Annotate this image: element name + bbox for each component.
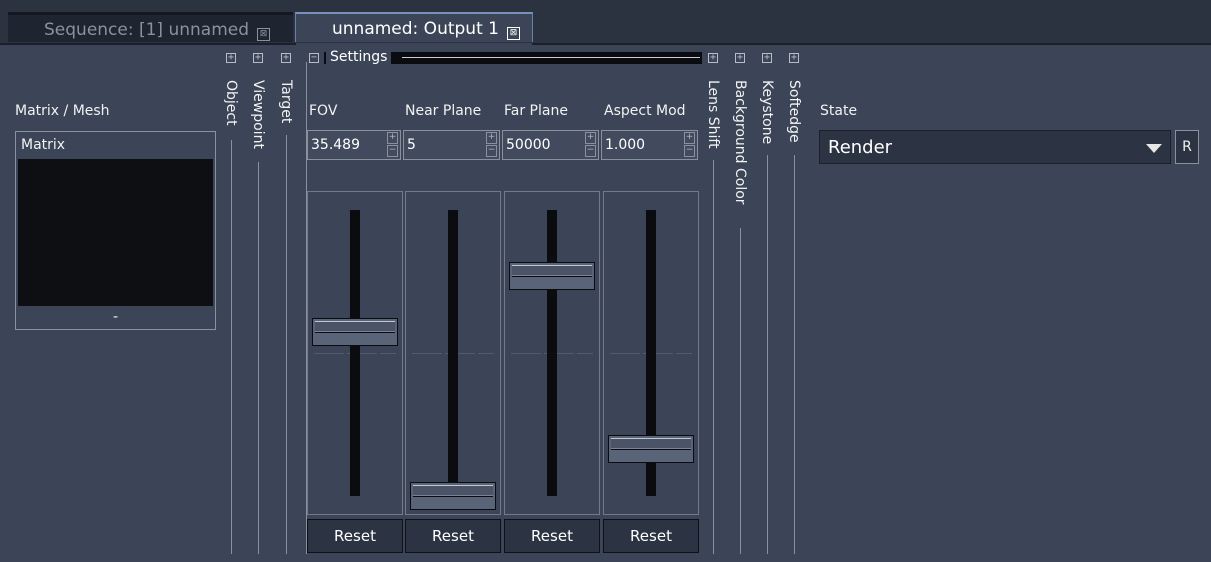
collapse-settings-icon[interactable]: −: [309, 53, 319, 63]
state-value: Render: [828, 137, 893, 158]
section-lens-shift-line: [713, 160, 714, 554]
expand-softedge-icon[interactable]: +: [789, 53, 799, 63]
section-target-line: [286, 135, 287, 554]
state-dropdown[interactable]: Render: [819, 130, 1171, 164]
section-softedge-line: [794, 155, 795, 554]
slider-track[interactable]: [448, 210, 458, 496]
decrement-icon[interactable]: −: [585, 145, 596, 157]
slider-handle[interactable]: [608, 434, 694, 463]
far-plane-field[interactable]: 50000 + −: [502, 130, 599, 160]
expand-viewpoint-icon[interactable]: +: [253, 53, 263, 63]
aspect-mod-label: Aspect Mod: [604, 103, 686, 119]
close-icon[interactable]: ⊠: [257, 28, 271, 41]
section-keystone-label[interactable]: Keystone: [759, 80, 775, 144]
matrix-mesh-label: Matrix / Mesh: [15, 103, 110, 119]
slider-handle[interactable]: [509, 262, 595, 291]
tab-output[interactable]: unnamed: Output 1 ⊠: [295, 12, 533, 42]
expand-lens-shift-icon[interactable]: +: [708, 53, 718, 63]
near-plane-reset-button[interactable]: Reset: [405, 519, 501, 553]
fov-field[interactable]: 35.489 + −: [307, 130, 401, 160]
state-label: State: [820, 103, 858, 119]
section-keystone-line: [767, 155, 768, 554]
fov-slider[interactable]: [307, 191, 403, 515]
tab-sequence[interactable]: Sequence: [1] unnamed ⊠: [8, 12, 293, 42]
far-plane-reset-button[interactable]: Reset: [504, 519, 600, 553]
near-plane-slider[interactable]: [405, 191, 501, 515]
slider-track[interactable]: [547, 210, 557, 496]
expand-background-color-icon[interactable]: +: [735, 53, 745, 63]
section-target-label[interactable]: Target: [278, 80, 294, 123]
near-plane-field[interactable]: 5 + −: [403, 130, 500, 160]
aspect-mod-reset-button[interactable]: Reset: [603, 519, 699, 553]
close-icon[interactable]: ⊠: [506, 27, 520, 40]
section-viewpoint-line: [258, 162, 259, 554]
aspect-mod-slider[interactable]: [603, 191, 699, 515]
section-softedge-label[interactable]: Softedge: [786, 80, 802, 143]
decrement-icon[interactable]: −: [387, 145, 398, 157]
slider-handle[interactable]: [410, 482, 496, 510]
decrement-icon[interactable]: −: [486, 145, 497, 157]
section-lens-shift-label[interactable]: Lens Shift: [705, 80, 721, 149]
section-background-color-line: [740, 228, 741, 554]
far-plane-stepper[interactable]: + −: [585, 132, 597, 158]
increment-icon[interactable]: +: [486, 132, 497, 144]
fov-value[interactable]: 35.489: [311, 131, 360, 159]
increment-icon[interactable]: +: [684, 132, 695, 144]
section-background-color-label[interactable]: Background Color: [732, 80, 748, 205]
near-plane-label: Near Plane: [405, 103, 482, 119]
aspect-mod-stepper[interactable]: + −: [684, 132, 696, 158]
state-r-button[interactable]: R: [1175, 130, 1199, 164]
tab-output-label: unnamed: Output 1: [332, 19, 499, 39]
aspect-mod-value[interactable]: 1.000: [605, 131, 645, 159]
active-tab-gap: [296, 43, 532, 45]
aspect-mod-field[interactable]: 1.000 + −: [601, 130, 698, 160]
increment-icon[interactable]: +: [585, 132, 596, 144]
slider-track[interactable]: [350, 210, 360, 496]
fov-label: FOV: [309, 103, 338, 119]
slider-handle[interactable]: [312, 317, 398, 346]
fov-reset-button[interactable]: Reset: [307, 519, 403, 553]
decrement-icon[interactable]: −: [684, 145, 695, 157]
far-plane-label: Far Plane: [504, 103, 568, 119]
increment-icon[interactable]: +: [387, 132, 398, 144]
section-object-line: [231, 140, 232, 554]
section-object-label[interactable]: Object: [223, 80, 239, 126]
far-plane-slider[interactable]: [504, 191, 600, 515]
chevron-down-icon[interactable]: [1146, 144, 1162, 153]
settings-label[interactable]: Settings: [326, 48, 392, 66]
tab-sequence-label: Sequence: [1] unnamed: [44, 20, 250, 40]
matrix-remove-button[interactable]: -: [16, 306, 215, 328]
section-viewpoint-label[interactable]: Viewpoint: [250, 80, 266, 149]
expand-object-icon[interactable]: +: [226, 53, 236, 63]
near-plane-value[interactable]: 5: [407, 131, 416, 159]
far-plane-value[interactable]: 50000: [506, 131, 551, 159]
expand-target-icon[interactable]: +: [281, 53, 291, 63]
matrix-list-area[interactable]: [18, 159, 213, 306]
fov-stepper[interactable]: + −: [387, 132, 399, 158]
near-plane-stepper[interactable]: + −: [486, 132, 498, 158]
expand-keystone-icon[interactable]: +: [762, 53, 772, 63]
settings-header-rule: [402, 57, 700, 58]
matrix-item[interactable]: Matrix: [16, 132, 215, 158]
